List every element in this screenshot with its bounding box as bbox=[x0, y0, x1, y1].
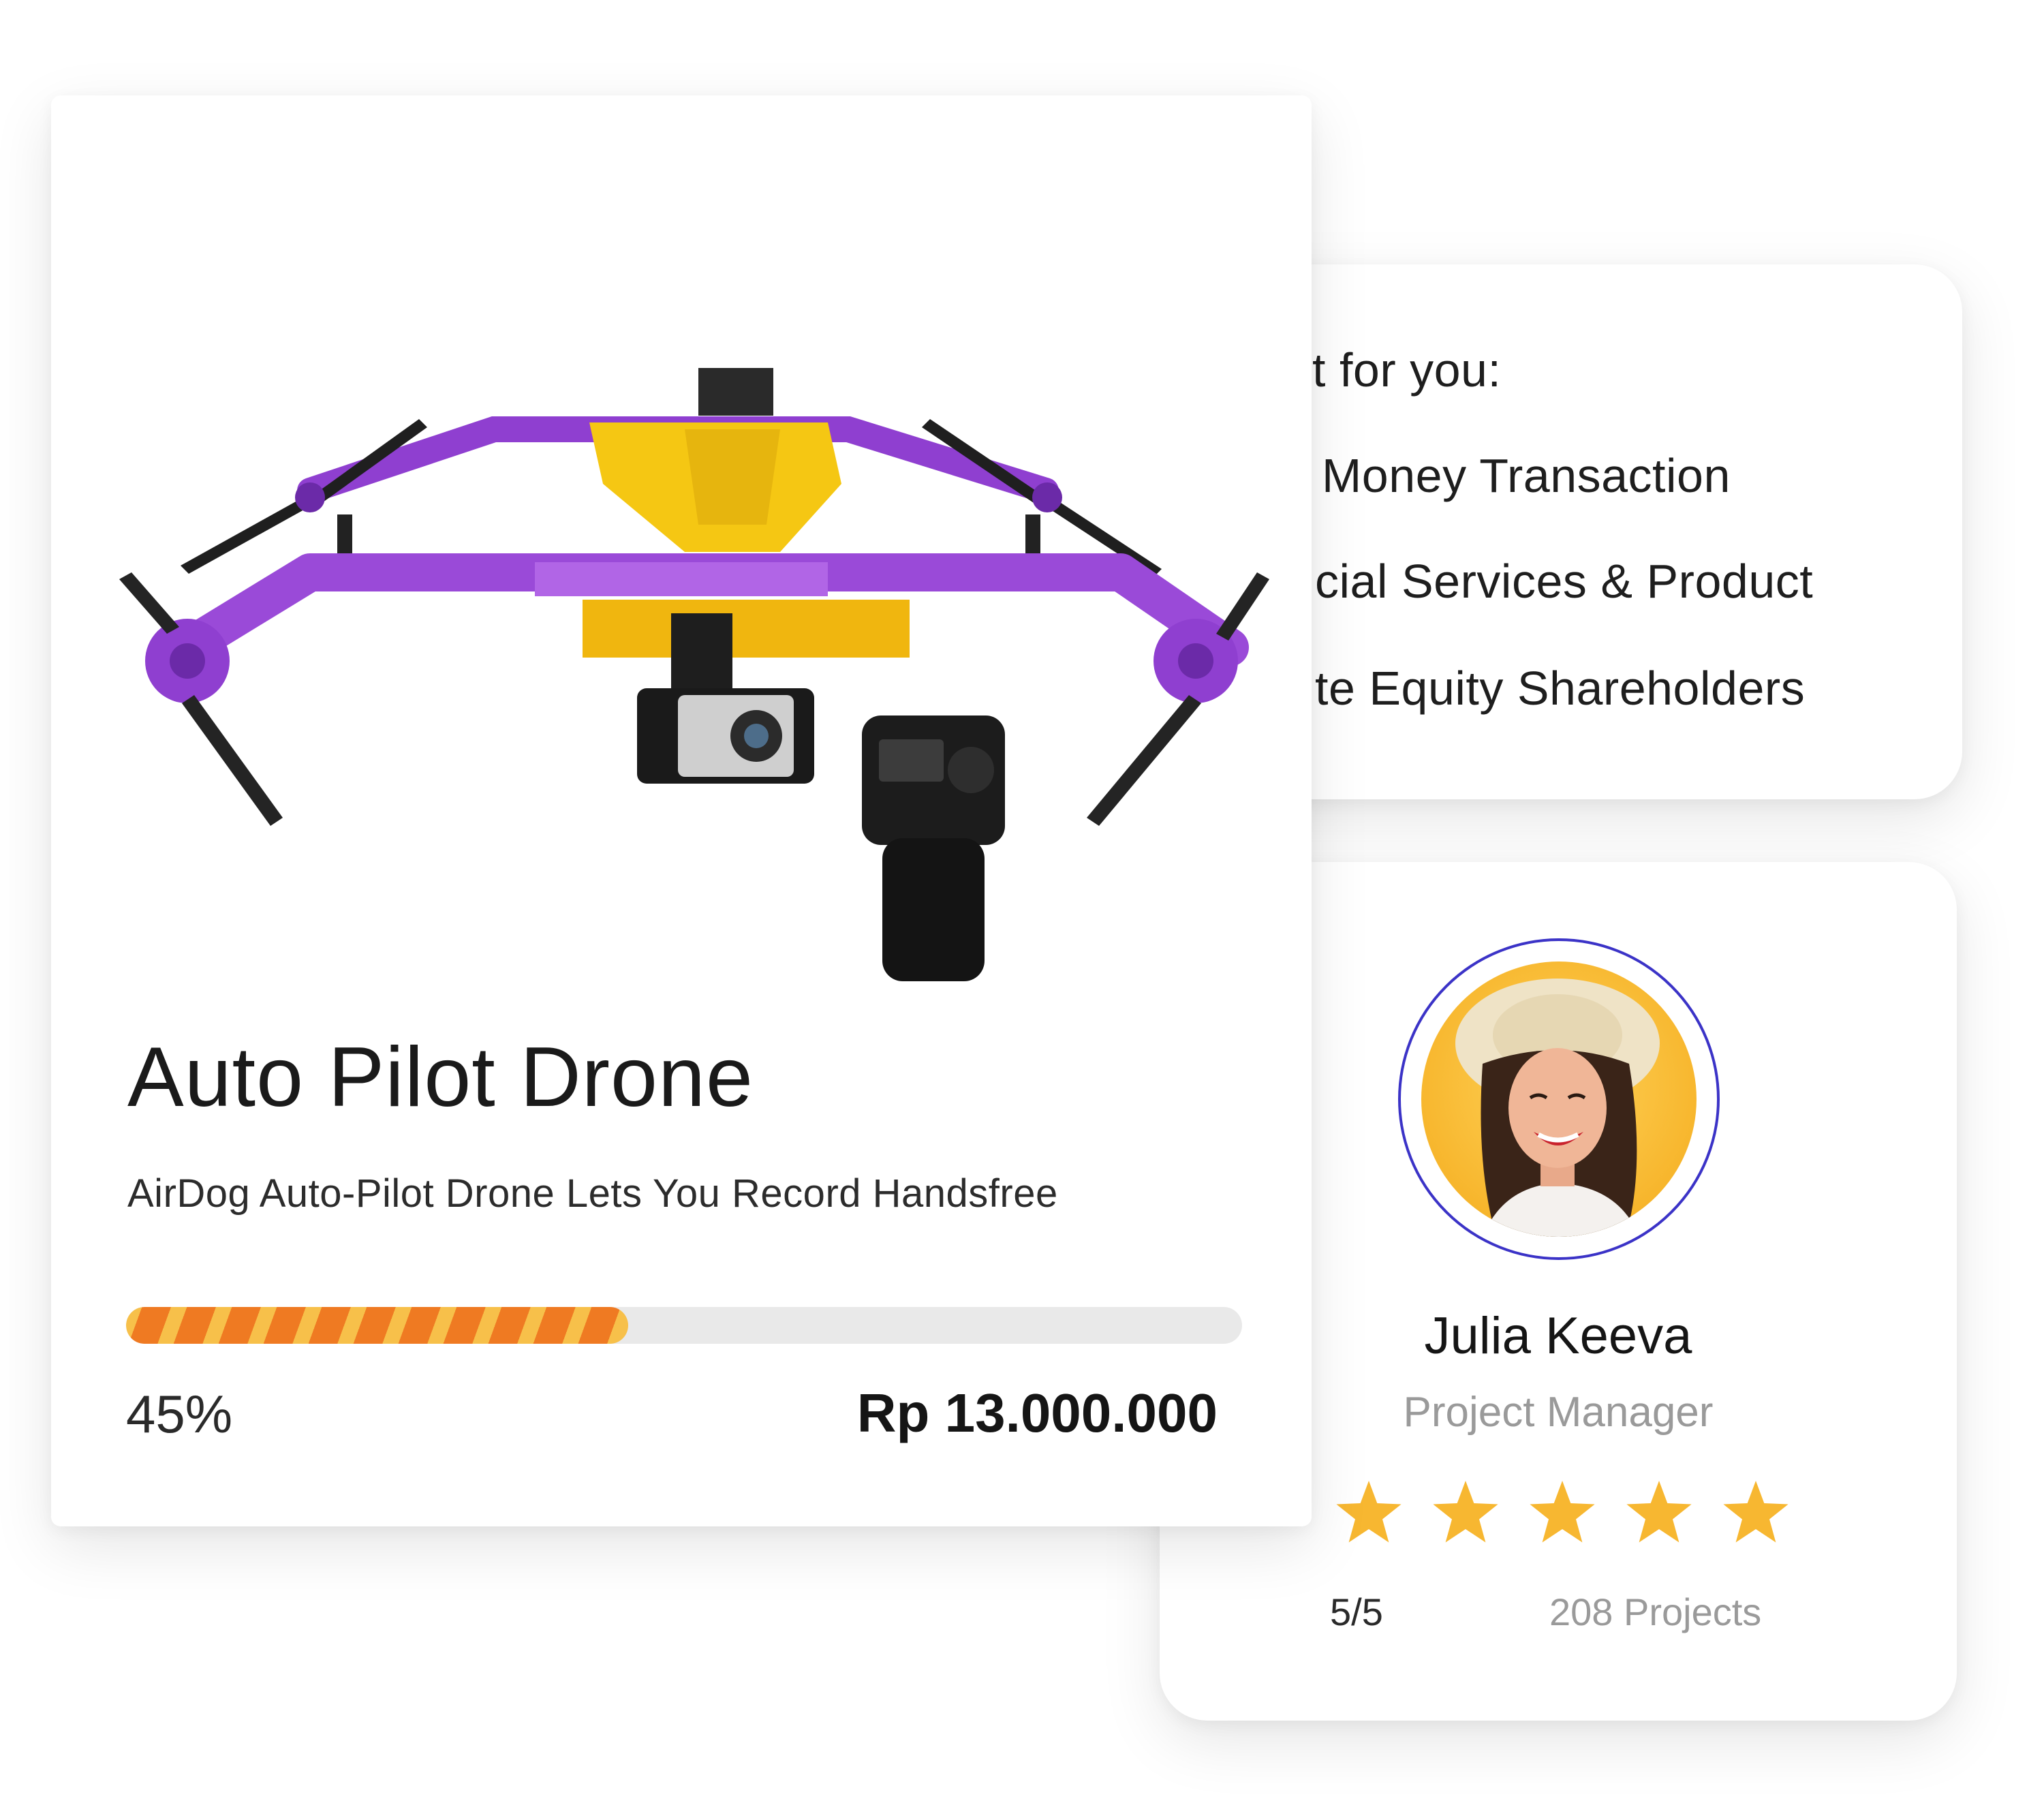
star-icon bbox=[1433, 1481, 1498, 1543]
avatar[interactable] bbox=[1421, 961, 1697, 1237]
benefit-item: te Equity Shareholders bbox=[1315, 662, 1806, 715]
star-icon bbox=[1626, 1481, 1692, 1543]
benefits-card: it for you: Money Transaction cial Servi… bbox=[1213, 264, 1962, 799]
funding-progress-percent: 45% bbox=[126, 1384, 233, 1444]
product-title: Auto Pilot Drone bbox=[127, 1030, 754, 1124]
product-price: Rp 13.000.000 bbox=[856, 1383, 1218, 1443]
rating-stars bbox=[1336, 1481, 1788, 1543]
star-icon bbox=[1530, 1481, 1595, 1543]
funding-progress-fill bbox=[126, 1307, 629, 1344]
avatar-ring bbox=[1398, 938, 1720, 1260]
star-icon bbox=[1336, 1481, 1402, 1543]
benefits-heading: it for you: bbox=[1301, 343, 1502, 397]
projects-count: 208 Projects bbox=[1549, 1590, 1762, 1633]
benefit-item: Money Transaction bbox=[1322, 449, 1731, 502]
product-card[interactable]: Auto Pilot Drone AirDog Auto-Pilot Drone… bbox=[51, 95, 1312, 1526]
star-icon bbox=[1723, 1481, 1788, 1543]
person-portrait-icon bbox=[1455, 979, 1660, 1237]
funding-progress-bar bbox=[126, 1307, 1242, 1344]
rating-score: 5/5 bbox=[1330, 1590, 1383, 1633]
drone-image-icon bbox=[119, 368, 1269, 981]
product-subtitle: AirDog Auto-Pilot Drone Lets You Record … bbox=[127, 1171, 1058, 1216]
benefit-item: cial Services & Product bbox=[1315, 555, 1814, 608]
